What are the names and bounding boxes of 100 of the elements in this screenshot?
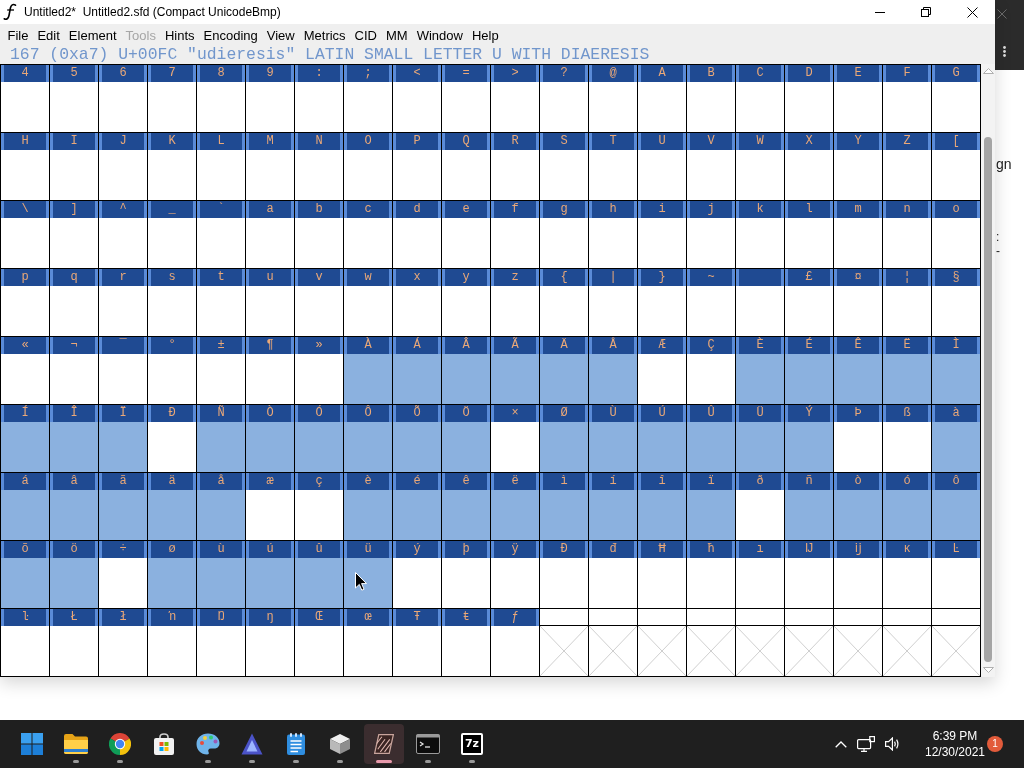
glyph-cell[interactable]: [99, 626, 148, 677]
glyph-cell[interactable]: [1, 490, 50, 541]
glyph-header[interactable]: s: [148, 269, 197, 286]
glyph-header[interactable]: 8: [197, 65, 246, 82]
glyph-header[interactable]: }: [638, 269, 687, 286]
glyph-header[interactable]: f: [491, 201, 540, 218]
glyph-cell[interactable]: [197, 354, 246, 405]
glyph-cell[interactable]: [295, 422, 344, 473]
glyph-cell[interactable]: [344, 422, 393, 473]
glyph-header[interactable]: `: [197, 201, 246, 218]
glyph-header[interactable]: ÿ: [491, 541, 540, 558]
glyph-header[interactable]: é: [393, 473, 442, 490]
glyph-header[interactable]: Ð: [148, 405, 197, 422]
glyph-cell[interactable]: [246, 626, 295, 677]
glyph-header[interactable]: Y: [834, 133, 883, 150]
glyph-cell[interactable]: [932, 354, 981, 405]
glyph-cell[interactable]: [932, 422, 981, 473]
glyph-cell[interactable]: [50, 286, 99, 337]
glyph-header[interactable]: 4: [1, 65, 50, 82]
menu-item[interactable]: Window: [412, 25, 468, 45]
glyph-header[interactable]: 5: [50, 65, 99, 82]
glyph-header[interactable]: t: [197, 269, 246, 286]
glyph-header[interactable]: ¯: [99, 337, 148, 354]
glyph-header[interactable]: ò: [834, 473, 883, 490]
glyph-header[interactable]: @: [589, 65, 638, 82]
menu-item[interactable]: View: [262, 25, 300, 45]
glyph-header[interactable]: R: [491, 133, 540, 150]
glyph-header[interactable]: j: [687, 201, 736, 218]
glyph-cell[interactable]: [638, 218, 687, 269]
menu-item[interactable]: Metrics: [299, 25, 351, 45]
glyph-cell[interactable]: [540, 490, 589, 541]
glyph-cell[interactable]: [99, 354, 148, 405]
glyph-cell[interactable]: [344, 150, 393, 201]
glyph-cell[interactable]: [883, 558, 932, 609]
glyph-header[interactable]: k: [736, 201, 785, 218]
glyph-header[interactable]: l: [785, 201, 834, 218]
glyph-cell[interactable]: [344, 626, 393, 677]
glyph-cell[interactable]: [883, 354, 932, 405]
glyph-cell[interactable]: [540, 82, 589, 133]
glyph-cell[interactable]: [491, 218, 540, 269]
glyph-header[interactable]: x: [393, 269, 442, 286]
menu-item[interactable]: Element: [64, 25, 122, 45]
glyph-cell[interactable]: [589, 286, 638, 337]
glyph-cell[interactable]: [785, 354, 834, 405]
glyph-cell[interactable]: [393, 82, 442, 133]
glyph-header[interactable]: ŉ: [148, 609, 197, 626]
glyph-header[interactable]: Ý: [785, 405, 834, 422]
glyph-header[interactable]: Ü: [736, 405, 785, 422]
glyph-header[interactable]: ï: [687, 473, 736, 490]
menu-item[interactable]: CID: [350, 25, 382, 45]
glyph-cell[interactable]: [393, 422, 442, 473]
glyph-cell[interactable]: [442, 82, 491, 133]
glyph-header[interactable]: Æ: [638, 337, 687, 354]
glyph-header[interactable]: c: [344, 201, 393, 218]
glyph-cell[interactable]: [687, 422, 736, 473]
glyph-header[interactable]: Ë: [883, 337, 932, 354]
glyph-header[interactable]: I: [50, 133, 99, 150]
glyph-header[interactable]: Đ: [540, 541, 589, 558]
glyph-header[interactable]: á: [1, 473, 50, 490]
glyph-cell[interactable]: [246, 218, 295, 269]
glyph-header[interactable]: Ł: [50, 609, 99, 626]
glyph-cell[interactable]: [99, 422, 148, 473]
glyph-cell[interactable]: [1, 422, 50, 473]
glyph-header[interactable]: b: [295, 201, 344, 218]
glyph-cell[interactable]: [540, 150, 589, 201]
glyph-header[interactable]: G: [932, 65, 981, 82]
glyph-cell[interactable]: [491, 490, 540, 541]
clock-button[interactable]: 6:39 PM 12/30/2021: [927, 728, 983, 760]
scrollbar[interactable]: [981, 64, 995, 677]
glyph-cell[interactable]: [883, 422, 932, 473]
glyph-cell[interactable]: [295, 626, 344, 677]
glyph-header[interactable]: o: [932, 201, 981, 218]
glyph-header[interactable]: Ħ: [638, 541, 687, 558]
glyph-cell[interactable]: [883, 218, 932, 269]
glyph-cell[interactable]: [197, 218, 246, 269]
glyph-cell[interactable]: [197, 82, 246, 133]
glyph-cell[interactable]: [295, 354, 344, 405]
glyph-header[interactable]: ł: [99, 609, 148, 626]
glyph-header[interactable]: æ: [246, 473, 295, 490]
glyph-header[interactable]: ý: [393, 541, 442, 558]
glyph-header[interactable]: ð: [736, 473, 785, 490]
glyph-cell[interactable]: [883, 82, 932, 133]
scroll-thumb[interactable]: [984, 137, 992, 662]
glyph-header[interactable]: î: [638, 473, 687, 490]
glyph-header[interactable]: L: [197, 133, 246, 150]
glyph-cell[interactable]: [50, 422, 99, 473]
glyph-cell[interactable]: [932, 150, 981, 201]
glyph-header[interactable]: Ŧ: [393, 609, 442, 626]
glyph-header[interactable]: ĸ: [883, 541, 932, 558]
glyph-header[interactable]: Á: [393, 337, 442, 354]
glyph-cell[interactable]: [736, 558, 785, 609]
glyph-header[interactable]: g: [540, 201, 589, 218]
glyph-cell[interactable]: [1, 558, 50, 609]
glyph-cell[interactable]: [50, 218, 99, 269]
glyph-cell[interactable]: [1, 82, 50, 133]
glyph-cell[interactable]: [197, 490, 246, 541]
glyph-header[interactable]: ü: [344, 541, 393, 558]
glyph-cell[interactable]: [197, 558, 246, 609]
glyph-cell[interactable]: [491, 354, 540, 405]
glyph-header[interactable]: È: [736, 337, 785, 354]
